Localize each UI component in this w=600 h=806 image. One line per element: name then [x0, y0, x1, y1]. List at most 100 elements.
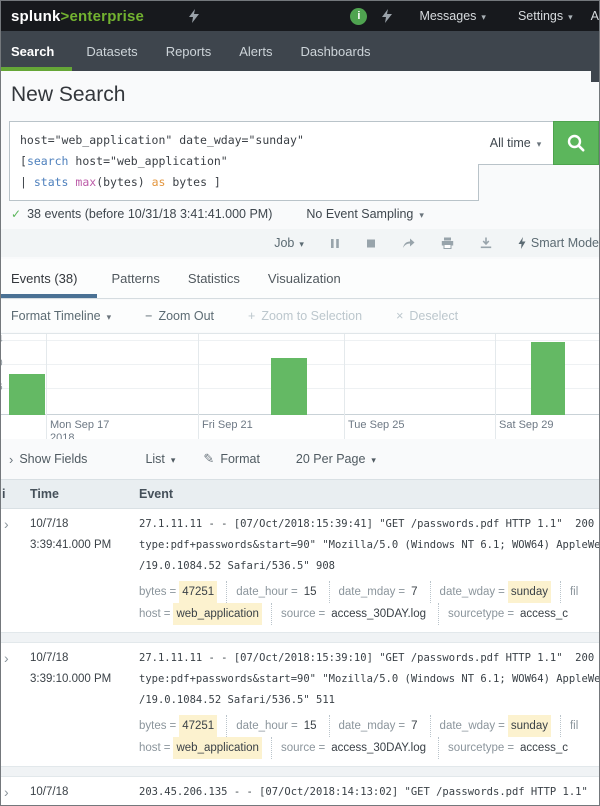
- gridline: [495, 334, 496, 439]
- column-header-event: Event: [139, 487, 173, 501]
- scrollbar-thumb[interactable]: [591, 71, 599, 82]
- search-query-input[interactable]: host="web_application" date_wday="sunday…: [9, 121, 479, 201]
- job-bar: Job ▾ Smart Mode: [1, 229, 599, 257]
- timeline-bar[interactable]: [9, 374, 45, 415]
- caret-down-icon: ▾: [481, 13, 486, 22]
- timeline-bar[interactable]: [531, 342, 565, 415]
- splunk-logo[interactable]: splunk>enterprise: [11, 8, 144, 25]
- time-range-label: All time: [490, 136, 531, 150]
- caret-down-icon: ▾: [371, 456, 376, 465]
- event-field-bytes: bytes=47251: [139, 715, 217, 737]
- event-field-host: host=web_application: [139, 603, 262, 625]
- pencil-icon: ✎: [203, 451, 214, 467]
- events-timeline-chart: 406 Mon Sep 172018Fri Sep 21Tue Sep 25Sa…: [1, 333, 599, 439]
- event-sampling-menu[interactable]: No Event Sampling ▾: [306, 207, 424, 221]
- event-field-host: host=web_application: [139, 737, 262, 759]
- event-time: 10/7/182:13:02.000 PM: [25, 782, 139, 806]
- timeline-plot: 406: [1, 334, 599, 415]
- close-icon: ×: [396, 309, 403, 323]
- search-mode-selector[interactable]: Smart Mode: [518, 236, 599, 250]
- field-value[interactable]: access_c: [517, 737, 571, 759]
- field-label: fil: [570, 715, 578, 737]
- list-view-menu[interactable]: List ▾: [145, 452, 175, 466]
- export-download-button[interactable]: [480, 237, 492, 249]
- search-button[interactable]: [553, 121, 599, 165]
- nav-item-dashboards[interactable]: Dashboards: [286, 31, 384, 71]
- x-axis-label: Mon Sep 172018: [50, 419, 109, 439]
- field-equals: =: [318, 737, 325, 759]
- event-cell: 203.45.206.135 - - [07/Oct/2018:14:13:02…: [139, 782, 599, 806]
- event-field-fil: fil: [560, 581, 578, 603]
- field-value[interactable]: 47251: [179, 581, 217, 603]
- tab-visualization[interactable]: Visualization: [254, 259, 355, 298]
- field-value[interactable]: 47251: [179, 715, 217, 737]
- timeline-bar[interactable]: [271, 358, 307, 415]
- gridline: [1, 340, 599, 341]
- format-timeline-menu[interactable]: Format Timeline ▾: [11, 309, 111, 323]
- expand-event-icon[interactable]: ›: [4, 784, 9, 800]
- tab-events-38-[interactable]: Events (38): [1, 259, 97, 298]
- events-rows: ›10/7/183:39:41.000 PM27.1.11.11 - - [07…: [1, 509, 599, 806]
- event-fields-line: bytes=47251date_hour=15date_mday=7date_w…: [139, 581, 599, 603]
- field-label: source: [281, 737, 316, 759]
- zoom-out-button[interactable]: − Zoom Out: [145, 309, 214, 323]
- field-value[interactable]: access_c: [517, 603, 571, 625]
- field-label: host: [139, 603, 161, 625]
- app-nav-bar: SearchDatasetsReportsAlertsDashboards: [1, 31, 599, 71]
- nav-item-reports[interactable]: Reports: [152, 31, 226, 71]
- settings-menu[interactable]: Settings ▾: [502, 9, 589, 23]
- expand-event-icon[interactable]: ›: [4, 516, 9, 532]
- messages-menu[interactable]: Messages ▾: [403, 9, 502, 23]
- zoom-to-selection-button: + Zoom to Selection: [248, 309, 362, 323]
- x-axis-label-line: 2018: [50, 432, 109, 439]
- event-field-date_hour: date_hour=15: [226, 715, 319, 737]
- field-label: date_hour: [236, 581, 288, 603]
- field-value[interactable]: sunday: [508, 581, 551, 603]
- nav-item-search[interactable]: Search: [1, 31, 72, 71]
- show-fields-toggle[interactable]: › Show Fields: [9, 452, 87, 467]
- event-raw-text: type:pdf+passwords&start=90" "Mozilla/5.…: [139, 535, 599, 556]
- field-value[interactable]: access_30DAY.log: [328, 737, 429, 759]
- event-row: ›10/7/183:39:10.000 PM27.1.11.11 - - [07…: [1, 643, 599, 766]
- event-fields-line: bytes=47251date_hour=15date_mday=7date_w…: [139, 715, 599, 737]
- bolt-icon[interactable]: [381, 9, 393, 23]
- job-menu[interactable]: Job ▾: [274, 236, 304, 250]
- tab-statistics[interactable]: Statistics: [174, 259, 254, 298]
- event-raw-text: /19.0.1084.52 Safari/536.5" 511: [139, 690, 599, 711]
- event-raw-text: 27.1.11.11 - - [07/Oct/2018:15:39:10] "G…: [139, 648, 599, 669]
- event-date: 10/7/18: [30, 514, 139, 535]
- time-range-picker[interactable]: All time ▾: [478, 121, 554, 165]
- nav-item-datasets[interactable]: Datasets: [72, 31, 151, 71]
- per-page-menu[interactable]: 20 Per Page ▾: [296, 452, 376, 466]
- field-value[interactable]: 7: [408, 715, 420, 737]
- field-value[interactable]: 7: [408, 581, 420, 603]
- field-value[interactable]: web_application: [173, 737, 261, 759]
- share-button[interactable]: [402, 237, 415, 249]
- print-button[interactable]: [441, 237, 454, 249]
- field-label: sourcetype: [448, 737, 504, 759]
- bolt-icon: [518, 237, 526, 249]
- minus-icon: −: [145, 309, 152, 323]
- info-icon[interactable]: i: [350, 8, 367, 25]
- field-label: host: [139, 737, 161, 759]
- format-results-menu[interactable]: ✎ Format: [203, 451, 260, 467]
- field-value[interactable]: sunday: [508, 715, 551, 737]
- stop-button[interactable]: [366, 238, 376, 249]
- logo-splunk-text: splunk: [11, 8, 61, 25]
- caret-down-icon: ▾: [107, 313, 112, 322]
- plus-icon: +: [248, 309, 255, 323]
- expand-event-icon[interactable]: ›: [4, 650, 9, 666]
- nav-item-alerts[interactable]: Alerts: [225, 31, 286, 71]
- field-value[interactable]: web_application: [173, 603, 261, 625]
- field-value[interactable]: 15: [301, 581, 320, 603]
- activity-menu[interactable]: A: [589, 9, 599, 23]
- timeline-toolbar: Format Timeline ▾ − Zoom Out + Zoom to S…: [1, 300, 599, 332]
- field-value[interactable]: access_30DAY.log: [328, 603, 429, 625]
- bolt-icon[interactable]: [188, 9, 200, 23]
- field-value[interactable]: 15: [301, 715, 320, 737]
- chevron-right-icon: ›: [9, 452, 13, 467]
- pause-button[interactable]: [330, 238, 340, 249]
- x-axis-label-line: Mon Sep 17: [50, 419, 109, 432]
- gridline: [198, 334, 199, 439]
- tab-patterns[interactable]: Patterns: [97, 259, 173, 298]
